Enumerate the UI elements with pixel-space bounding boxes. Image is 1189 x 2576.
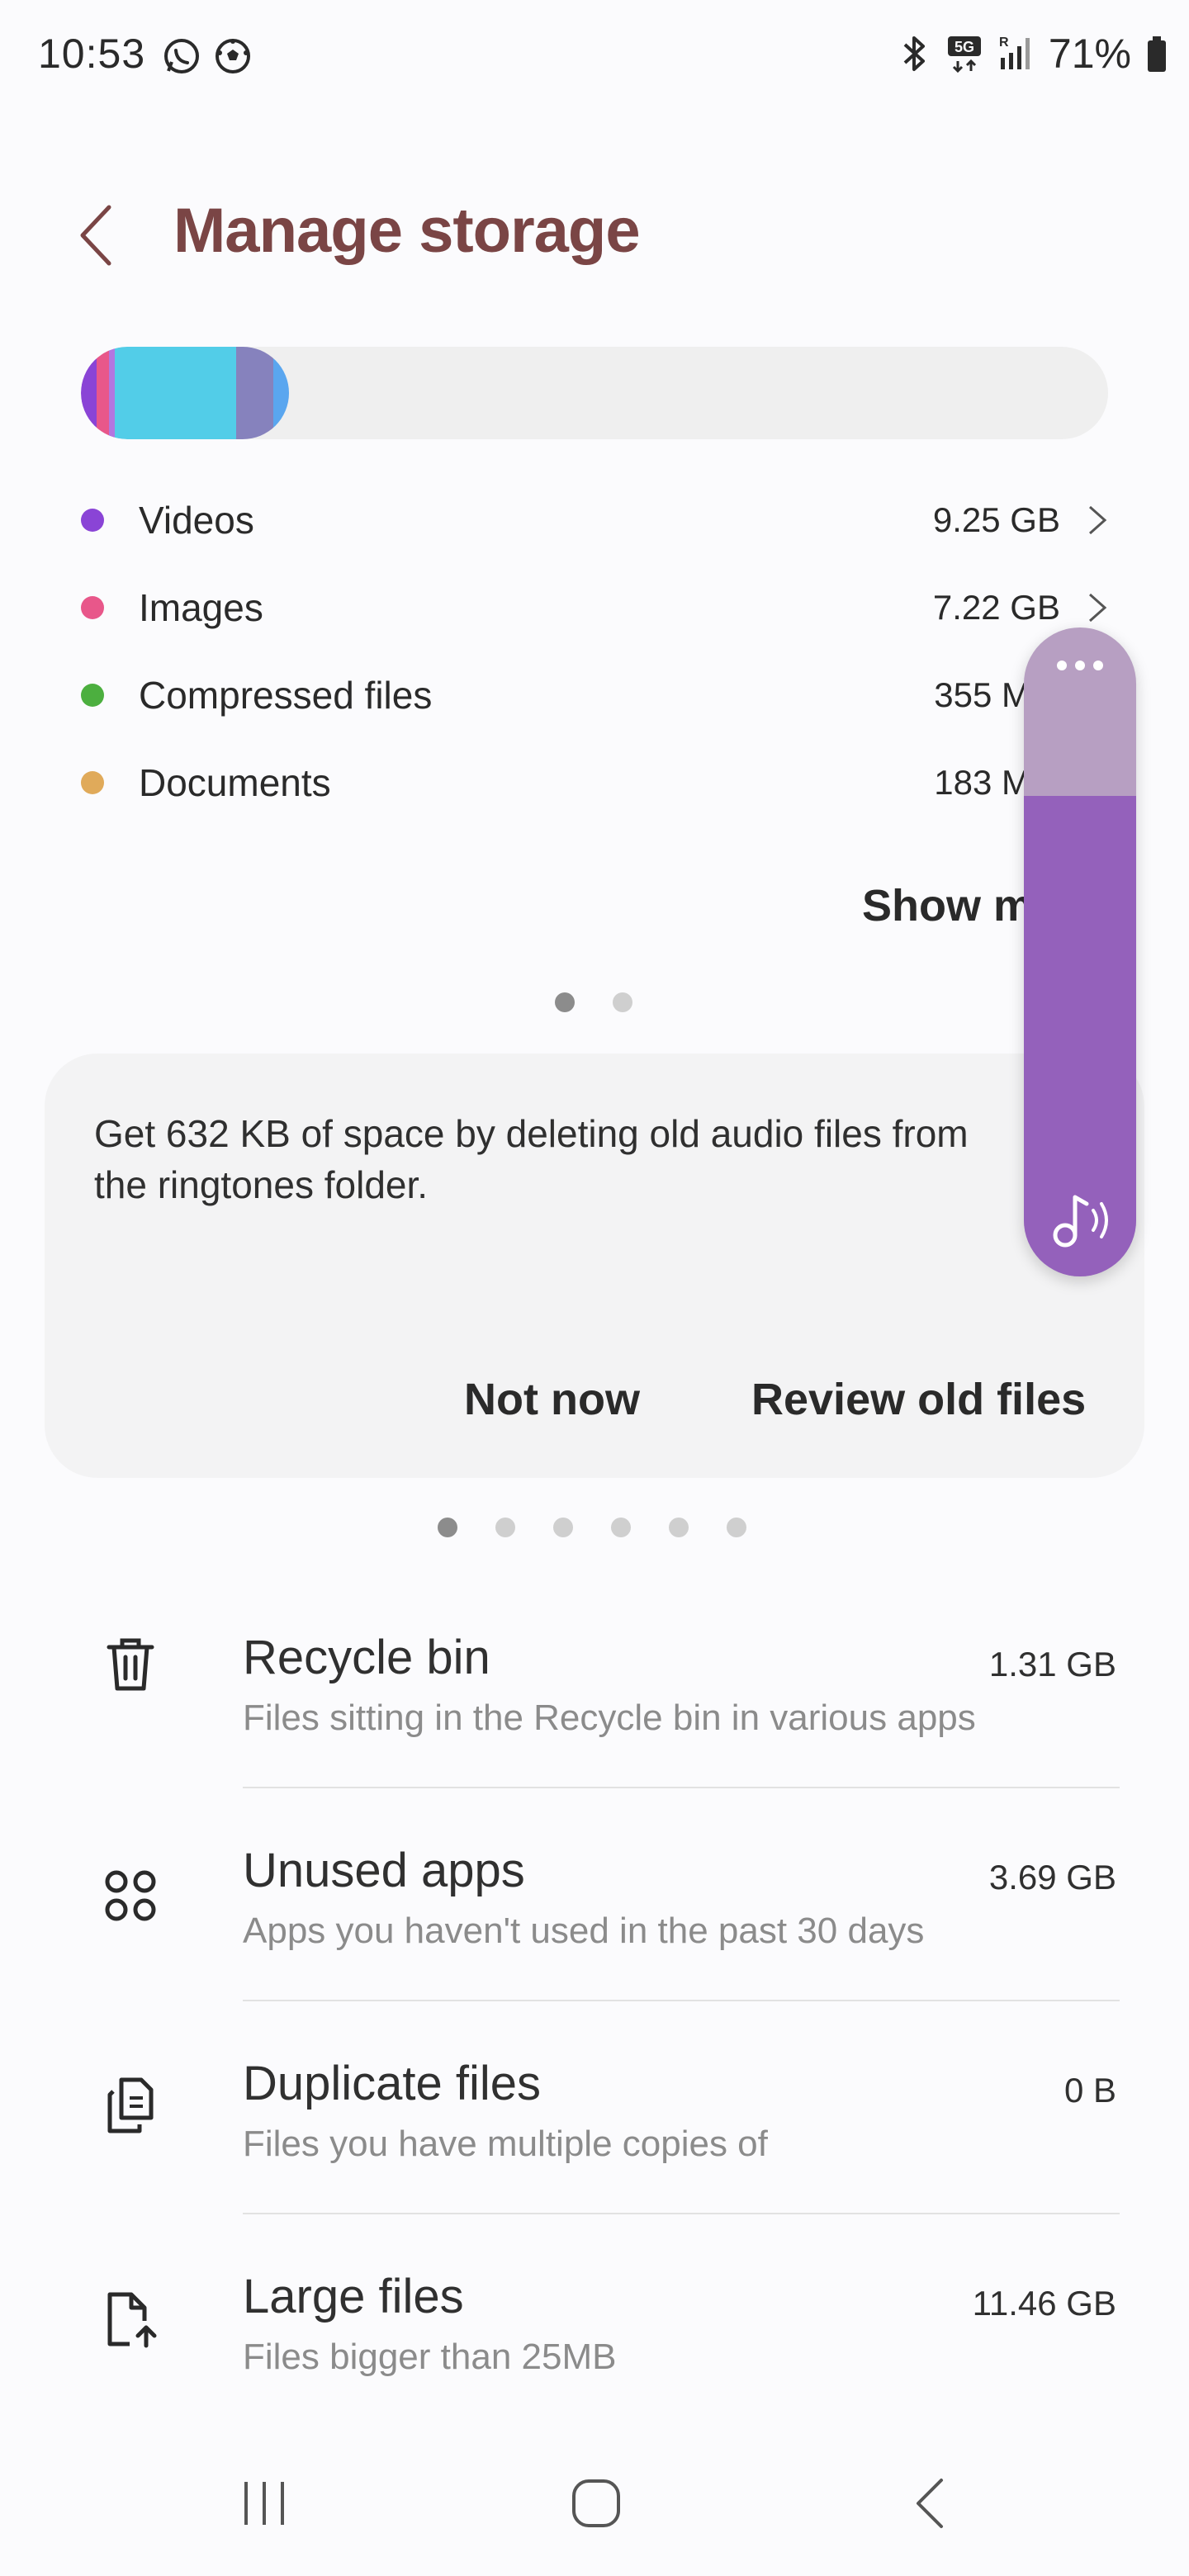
tool-size: 0 B bbox=[1063, 2071, 1116, 2110]
storage-segment-videos bbox=[81, 347, 97, 439]
status-left-icons bbox=[162, 36, 253, 76]
home-button[interactable] bbox=[547, 2454, 646, 2553]
category-color-dot bbox=[81, 596, 104, 619]
review-old-files-button[interactable]: Review old files bbox=[751, 1374, 1086, 1425]
category-label: Videos bbox=[139, 499, 254, 542]
show-more-button[interactable]: Show m bbox=[862, 880, 1033, 931]
storage-segment-purple-2 bbox=[109, 347, 115, 439]
category-videos[interactable]: Videos 9.25 GB bbox=[81, 487, 1113, 553]
page-dot bbox=[553, 1518, 573, 1537]
recent-apps-button[interactable] bbox=[215, 2454, 314, 2553]
category-size: 183 M bbox=[934, 763, 1030, 802]
tool-size: 3.69 GB bbox=[988, 1858, 1116, 1896]
category-color-dot bbox=[81, 509, 104, 532]
tool-title[interactable]: Recycle bin bbox=[243, 1630, 490, 1685]
storage-segment-images bbox=[97, 347, 109, 439]
category-color-dot bbox=[81, 771, 104, 794]
tool-title[interactable]: Duplicate files bbox=[243, 2056, 541, 2111]
page-dot bbox=[727, 1518, 746, 1537]
svg-text:R: R bbox=[999, 36, 1009, 50]
storage-segment-other bbox=[273, 347, 289, 439]
storage-usage-bar bbox=[81, 347, 1108, 439]
divider bbox=[243, 2213, 1120, 2214]
category-page-indicator bbox=[555, 992, 632, 1012]
tool-subtitle: Files you have multiple copies of bbox=[243, 2124, 768, 2164]
page-dot bbox=[613, 992, 632, 1012]
category-size: 9.25 GB bbox=[932, 500, 1060, 539]
status-right: 5G R 71% bbox=[898, 30, 1168, 78]
duplicate-files-icon bbox=[97, 2072, 163, 2138]
volume-slider[interactable] bbox=[1024, 627, 1136, 1276]
category-images[interactable]: Images 7.22 GB bbox=[81, 575, 1113, 641]
page-dot-active bbox=[438, 1518, 457, 1537]
battery-icon bbox=[1148, 36, 1166, 72]
tool-subtitle: Apps you haven't used in the past 30 day… bbox=[243, 1911, 925, 1951]
large-file-icon bbox=[97, 2287, 163, 2353]
status-time: 10:53 bbox=[38, 31, 146, 77]
tool-size: 11.46 GB bbox=[972, 2284, 1116, 2323]
category-documents[interactable]: Documents 183 M bbox=[81, 750, 1030, 816]
chevron-right-icon bbox=[1089, 505, 1107, 535]
divider bbox=[243, 1787, 1120, 1788]
tool-title[interactable]: Unused apps bbox=[243, 1843, 525, 1898]
category-size: 7.22 GB bbox=[932, 588, 1060, 627]
trash-icon bbox=[97, 1631, 163, 1698]
volume-more-options-button[interactable] bbox=[1024, 661, 1136, 670]
category-label: Images bbox=[139, 586, 263, 629]
tool-subtitle: Files bigger than 25MB bbox=[243, 2337, 617, 2377]
category-compressed-files[interactable]: Compressed files 355 M bbox=[81, 662, 1030, 728]
back-nav-button[interactable] bbox=[880, 2454, 979, 2553]
bluetooth-icon bbox=[903, 36, 925, 71]
back-icon bbox=[917, 2479, 943, 2528]
music-note-icon bbox=[1053, 1195, 1108, 1248]
apps-grid-icon bbox=[97, 1863, 163, 1929]
category-label: Compressed files bbox=[139, 674, 433, 717]
home-icon bbox=[572, 2479, 620, 2527]
page-dot bbox=[495, 1518, 515, 1537]
tool-title[interactable]: Large files bbox=[243, 2269, 464, 2324]
page-dot-active bbox=[555, 992, 575, 1012]
back-button[interactable] bbox=[71, 198, 121, 272]
not-now-button[interactable]: Not now bbox=[464, 1374, 640, 1425]
recent-apps-icon bbox=[244, 2482, 284, 2525]
svg-text:5G: 5G bbox=[955, 39, 974, 55]
storage-segment-apps bbox=[115, 347, 236, 439]
battery-percent: 71% bbox=[1048, 31, 1131, 77]
signal-icon: R bbox=[999, 36, 1030, 69]
suggestion-text: Get 632 KB of space by deleting old audi… bbox=[94, 1112, 969, 1206]
storage-segment-system bbox=[236, 347, 273, 439]
tool-subtitle: Files sitting in the Recycle bin in vari… bbox=[243, 1698, 976, 1738]
category-color-dot bbox=[81, 684, 104, 707]
page-dot bbox=[611, 1518, 631, 1537]
whatsapp-icon bbox=[164, 39, 199, 73]
tool-size: 1.31 GB bbox=[988, 1645, 1116, 1683]
page-dot bbox=[669, 1518, 689, 1537]
category-size: 355 M bbox=[934, 675, 1030, 714]
category-label: Documents bbox=[139, 761, 331, 804]
card-page-indicator bbox=[438, 1518, 746, 1537]
storage-usage-fill bbox=[81, 347, 289, 439]
page-title: Manage storage bbox=[173, 196, 641, 266]
chevron-left-icon bbox=[80, 205, 111, 266]
soccer-ball-icon bbox=[216, 39, 250, 73]
5g-icon: 5G bbox=[947, 36, 981, 73]
chevron-right-icon bbox=[1089, 593, 1107, 623]
divider bbox=[243, 2000, 1120, 2001]
